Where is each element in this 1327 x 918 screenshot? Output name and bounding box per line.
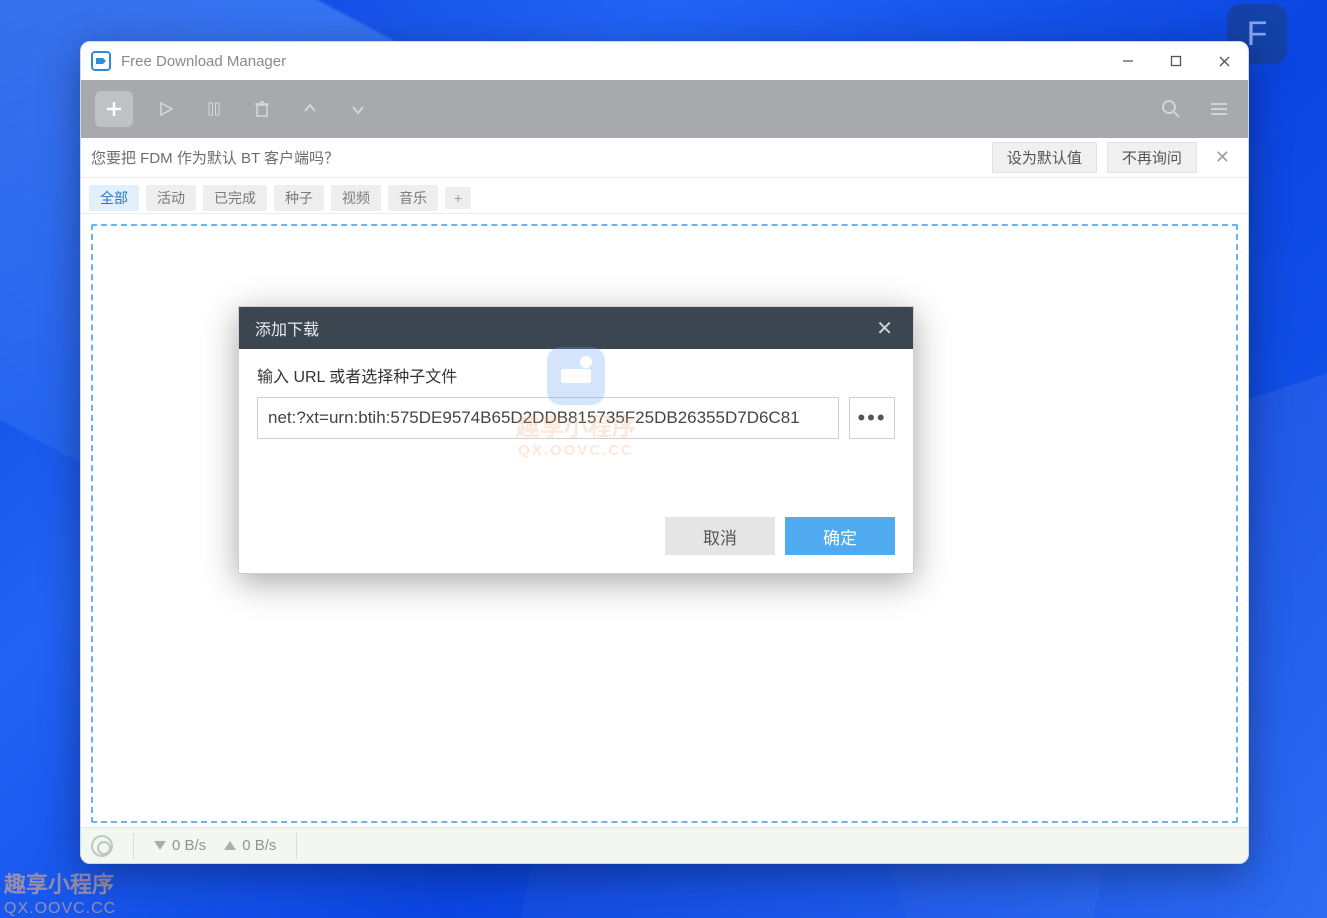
close-button[interactable]	[1200, 42, 1248, 80]
toolbar	[81, 80, 1248, 138]
tab-video[interactable]: 视频	[331, 185, 381, 211]
start-all-icon[interactable]	[151, 94, 181, 124]
tab-completed[interactable]: 已完成	[203, 185, 267, 211]
upload-arrow-icon	[224, 841, 236, 850]
notification-message: 您要把 FDM 作为默认 BT 客户端吗？	[91, 147, 982, 168]
tab-active[interactable]: 活动	[146, 185, 196, 211]
status-bar: 0 B/s 0 B/s	[81, 827, 1248, 863]
set-default-button[interactable]: 设为默认值	[992, 142, 1097, 173]
tab-add-button[interactable]: +	[445, 187, 471, 209]
tab-all[interactable]: 全部	[89, 185, 139, 211]
tab-music[interactable]: 音乐	[388, 185, 438, 211]
desktop-icon-letter: F	[1247, 15, 1268, 54]
download-arrow-icon	[154, 841, 166, 850]
upload-speed-value: 0 B/s	[242, 837, 276, 854]
dialog-label: 输入 URL 或者选择种子文件	[257, 363, 895, 387]
dont-ask-button[interactable]: 不再询问	[1107, 142, 1197, 173]
ok-button[interactable]: 确定	[785, 517, 895, 555]
dialog-close-icon[interactable]: ✕	[872, 316, 897, 341]
download-speed-value: 0 B/s	[172, 837, 206, 854]
cancel-button[interactable]: 取消	[665, 517, 775, 555]
browse-file-button[interactable]: •••	[849, 397, 895, 439]
notification-close-icon[interactable]: ✕	[1207, 147, 1238, 168]
maximize-button[interactable]	[1152, 42, 1200, 80]
titlebar[interactable]: Free Download Manager	[81, 42, 1248, 80]
dialog-titlebar[interactable]: 添加下载 ✕	[239, 307, 913, 349]
upload-speed[interactable]: 0 B/s	[224, 837, 276, 854]
filter-tabs: 全部 活动 已完成 种子 视频 音乐 +	[81, 178, 1248, 214]
search-icon[interactable]	[1156, 94, 1186, 124]
move-down-icon[interactable]	[343, 94, 373, 124]
watermark-corner: 趣享小程序 QX.OOVC.CC	[4, 872, 116, 918]
menu-icon[interactable]	[1204, 94, 1234, 124]
snail-mode-icon[interactable]	[91, 835, 113, 857]
delete-icon[interactable]	[247, 94, 277, 124]
move-up-icon[interactable]	[295, 94, 325, 124]
minimize-button[interactable]	[1104, 42, 1152, 80]
dialog-title: 添加下载	[255, 316, 319, 340]
tab-torrents[interactable]: 种子	[274, 185, 324, 211]
download-speed[interactable]: 0 B/s	[154, 837, 206, 854]
window-title: Free Download Manager	[121, 53, 1104, 70]
pause-all-icon[interactable]	[199, 94, 229, 124]
app-logo-icon	[91, 51, 111, 71]
add-download-dialog: 添加下载 ✕ 趣享小程序 QX.OOVC.CC 输入 URL 或者选择种子文件 …	[238, 306, 914, 574]
add-download-button[interactable]	[95, 91, 133, 127]
notification-bar: 您要把 FDM 作为默认 BT 客户端吗？ 设为默认值 不再询问 ✕	[81, 138, 1248, 178]
url-input[interactable]	[257, 397, 839, 439]
